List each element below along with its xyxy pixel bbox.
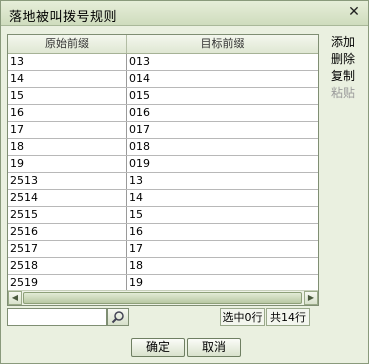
- source-prefix-cell: 2518: [8, 258, 127, 274]
- table-row[interactable]: 18 018: [8, 139, 318, 156]
- table-header: 原始前缀 目标前缀: [8, 35, 318, 54]
- search-button[interactable]: [107, 308, 129, 326]
- source-prefix-cell: 17: [8, 122, 127, 138]
- table-row[interactable]: 14 014: [8, 71, 318, 88]
- target-prefix-cell: 014: [129, 72, 150, 85]
- paste-button[interactable]: 粘贴: [321, 85, 365, 102]
- target-prefix-cell: 019: [129, 157, 150, 170]
- source-prefix-cell: 14: [8, 71, 127, 87]
- cancel-button[interactable]: 取消: [187, 338, 241, 357]
- column-header-source-prefix[interactable]: 原始前缀: [8, 35, 127, 53]
- source-prefix-cell: 2514: [8, 190, 127, 206]
- table-row[interactable]: 2515 15: [8, 207, 318, 224]
- target-prefix-cell: 017: [129, 123, 150, 136]
- table-row[interactable]: 2517 17: [8, 241, 318, 258]
- target-prefix-cell: 016: [129, 106, 150, 119]
- target-prefix-cell: 18: [129, 259, 143, 272]
- source-prefix-cell: 2517: [8, 241, 127, 257]
- delete-button[interactable]: 删除: [321, 51, 365, 68]
- dialog: 落地被叫拨号规则 ✕ 原始前缀 目标前缀 13 013 14 014 15 015 16 01…: [0, 0, 369, 364]
- scrollbar-thumb[interactable]: [23, 292, 302, 304]
- table-body: 13 013 14 014 15 015 16 016 17 017 18 018 19 019 2513 1…: [8, 54, 318, 292]
- target-prefix-cell: 19: [129, 276, 143, 289]
- selected-count: 选中0行: [220, 308, 265, 326]
- side-actions: 添加 删除 复制 粘贴: [321, 34, 365, 102]
- target-prefix-cell: 13: [129, 174, 143, 187]
- table-row[interactable]: 19 019: [8, 156, 318, 173]
- table-row[interactable]: 15 015: [8, 88, 318, 105]
- table-row[interactable]: 2514 14: [8, 190, 318, 207]
- target-prefix-cell: 17: [129, 242, 143, 255]
- total-count: 共14行: [266, 308, 310, 326]
- source-prefix-cell: 2513: [8, 173, 127, 189]
- horizontal-scrollbar[interactable]: ◀ ▶: [8, 290, 318, 305]
- search-icon: [111, 311, 124, 324]
- ok-button[interactable]: 确定: [131, 338, 185, 357]
- source-prefix-cell: 15: [8, 88, 127, 104]
- source-prefix-cell: 16: [8, 105, 127, 121]
- source-prefix-cell: 18: [8, 139, 127, 155]
- window-title: 落地被叫拨号规则: [9, 10, 118, 25]
- table-row[interactable]: 2518 18: [8, 258, 318, 275]
- table-row[interactable]: 17 017: [8, 122, 318, 139]
- source-prefix-cell: 2519: [8, 275, 127, 291]
- target-prefix-cell: 15: [129, 208, 143, 221]
- copy-button[interactable]: 复制: [321, 68, 365, 85]
- target-prefix-cell: 015: [129, 89, 150, 102]
- target-prefix-cell: 013: [129, 55, 150, 68]
- scroll-left-icon[interactable]: ◀: [8, 291, 22, 305]
- table-row[interactable]: 2516 16: [8, 224, 318, 241]
- close-icon[interactable]: ✕: [346, 4, 362, 20]
- rules-table: 原始前缀 目标前缀 13 013 14 014 15 015 16 016 17 017 18 018…: [7, 34, 319, 306]
- table-row[interactable]: 13 013: [8, 54, 318, 71]
- column-header-target-prefix[interactable]: 目标前缀: [127, 35, 318, 53]
- add-button[interactable]: 添加: [321, 34, 365, 51]
- source-prefix-cell: 19: [8, 156, 127, 172]
- scroll-right-icon[interactable]: ▶: [304, 291, 318, 305]
- search-input[interactable]: [7, 308, 107, 326]
- target-prefix-cell: 16: [129, 225, 143, 238]
- title-bar: 落地被叫拨号规则 ✕: [1, 1, 368, 26]
- table-row[interactable]: 16 016: [8, 105, 318, 122]
- source-prefix-cell: 13: [8, 54, 127, 70]
- source-prefix-cell: 2515: [8, 207, 127, 223]
- target-prefix-cell: 018: [129, 140, 150, 153]
- source-prefix-cell: 2516: [8, 224, 127, 240]
- table-row[interactable]: 2513 13: [8, 173, 318, 190]
- target-prefix-cell: 14: [129, 191, 143, 204]
